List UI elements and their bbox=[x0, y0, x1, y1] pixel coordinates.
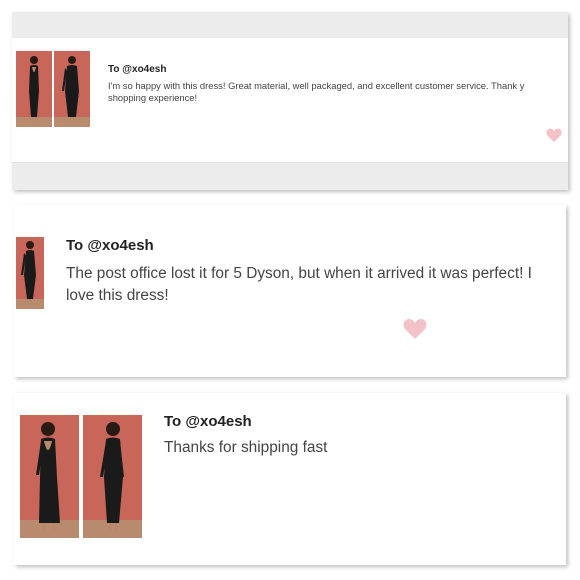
review-message-line: shopping experience! bbox=[108, 92, 198, 103]
review-message: The post office lost it for 5 Dyson, but… bbox=[66, 263, 562, 307]
review-screenshot-2: To @xo4esh The post office lost it for 5… bbox=[14, 205, 566, 377]
review-message: Thanks for shipping fast bbox=[164, 439, 328, 456]
review-recipient: To @xo4esh bbox=[164, 413, 252, 430]
dress-front-view-photo[interactable] bbox=[83, 415, 142, 538]
heart-icon[interactable] bbox=[546, 128, 562, 142]
review-recipient: To @xo4esh bbox=[66, 237, 154, 254]
review-photos bbox=[20, 415, 142, 538]
dress-back-view-photo[interactable] bbox=[16, 51, 52, 127]
review-message-line: love this dress! bbox=[66, 287, 169, 304]
review-collage: To @xo4esh I'm so happy with this dress!… bbox=[0, 0, 580, 580]
review-screenshot-3: To @xo4esh Thanks for shipping fast bbox=[14, 393, 566, 565]
review-screenshot-1: To @xo4esh I'm so happy with this dress!… bbox=[12, 12, 568, 190]
review-recipient: To @xo4esh bbox=[108, 64, 167, 75]
review-message-line: The post office lost it for 5 Dyson, but… bbox=[66, 265, 532, 282]
review-message-line: I'm so happy with this dress! Great mate… bbox=[108, 80, 525, 91]
review-photos bbox=[16, 51, 90, 127]
heart-icon[interactable] bbox=[403, 318, 427, 339]
dress-front-view-photo[interactable] bbox=[54, 51, 90, 127]
review-message: I'm so happy with this dress! Great mate… bbox=[108, 80, 566, 104]
dress-front-view-photo[interactable] bbox=[16, 237, 44, 309]
dress-back-view-photo[interactable] bbox=[20, 415, 79, 538]
